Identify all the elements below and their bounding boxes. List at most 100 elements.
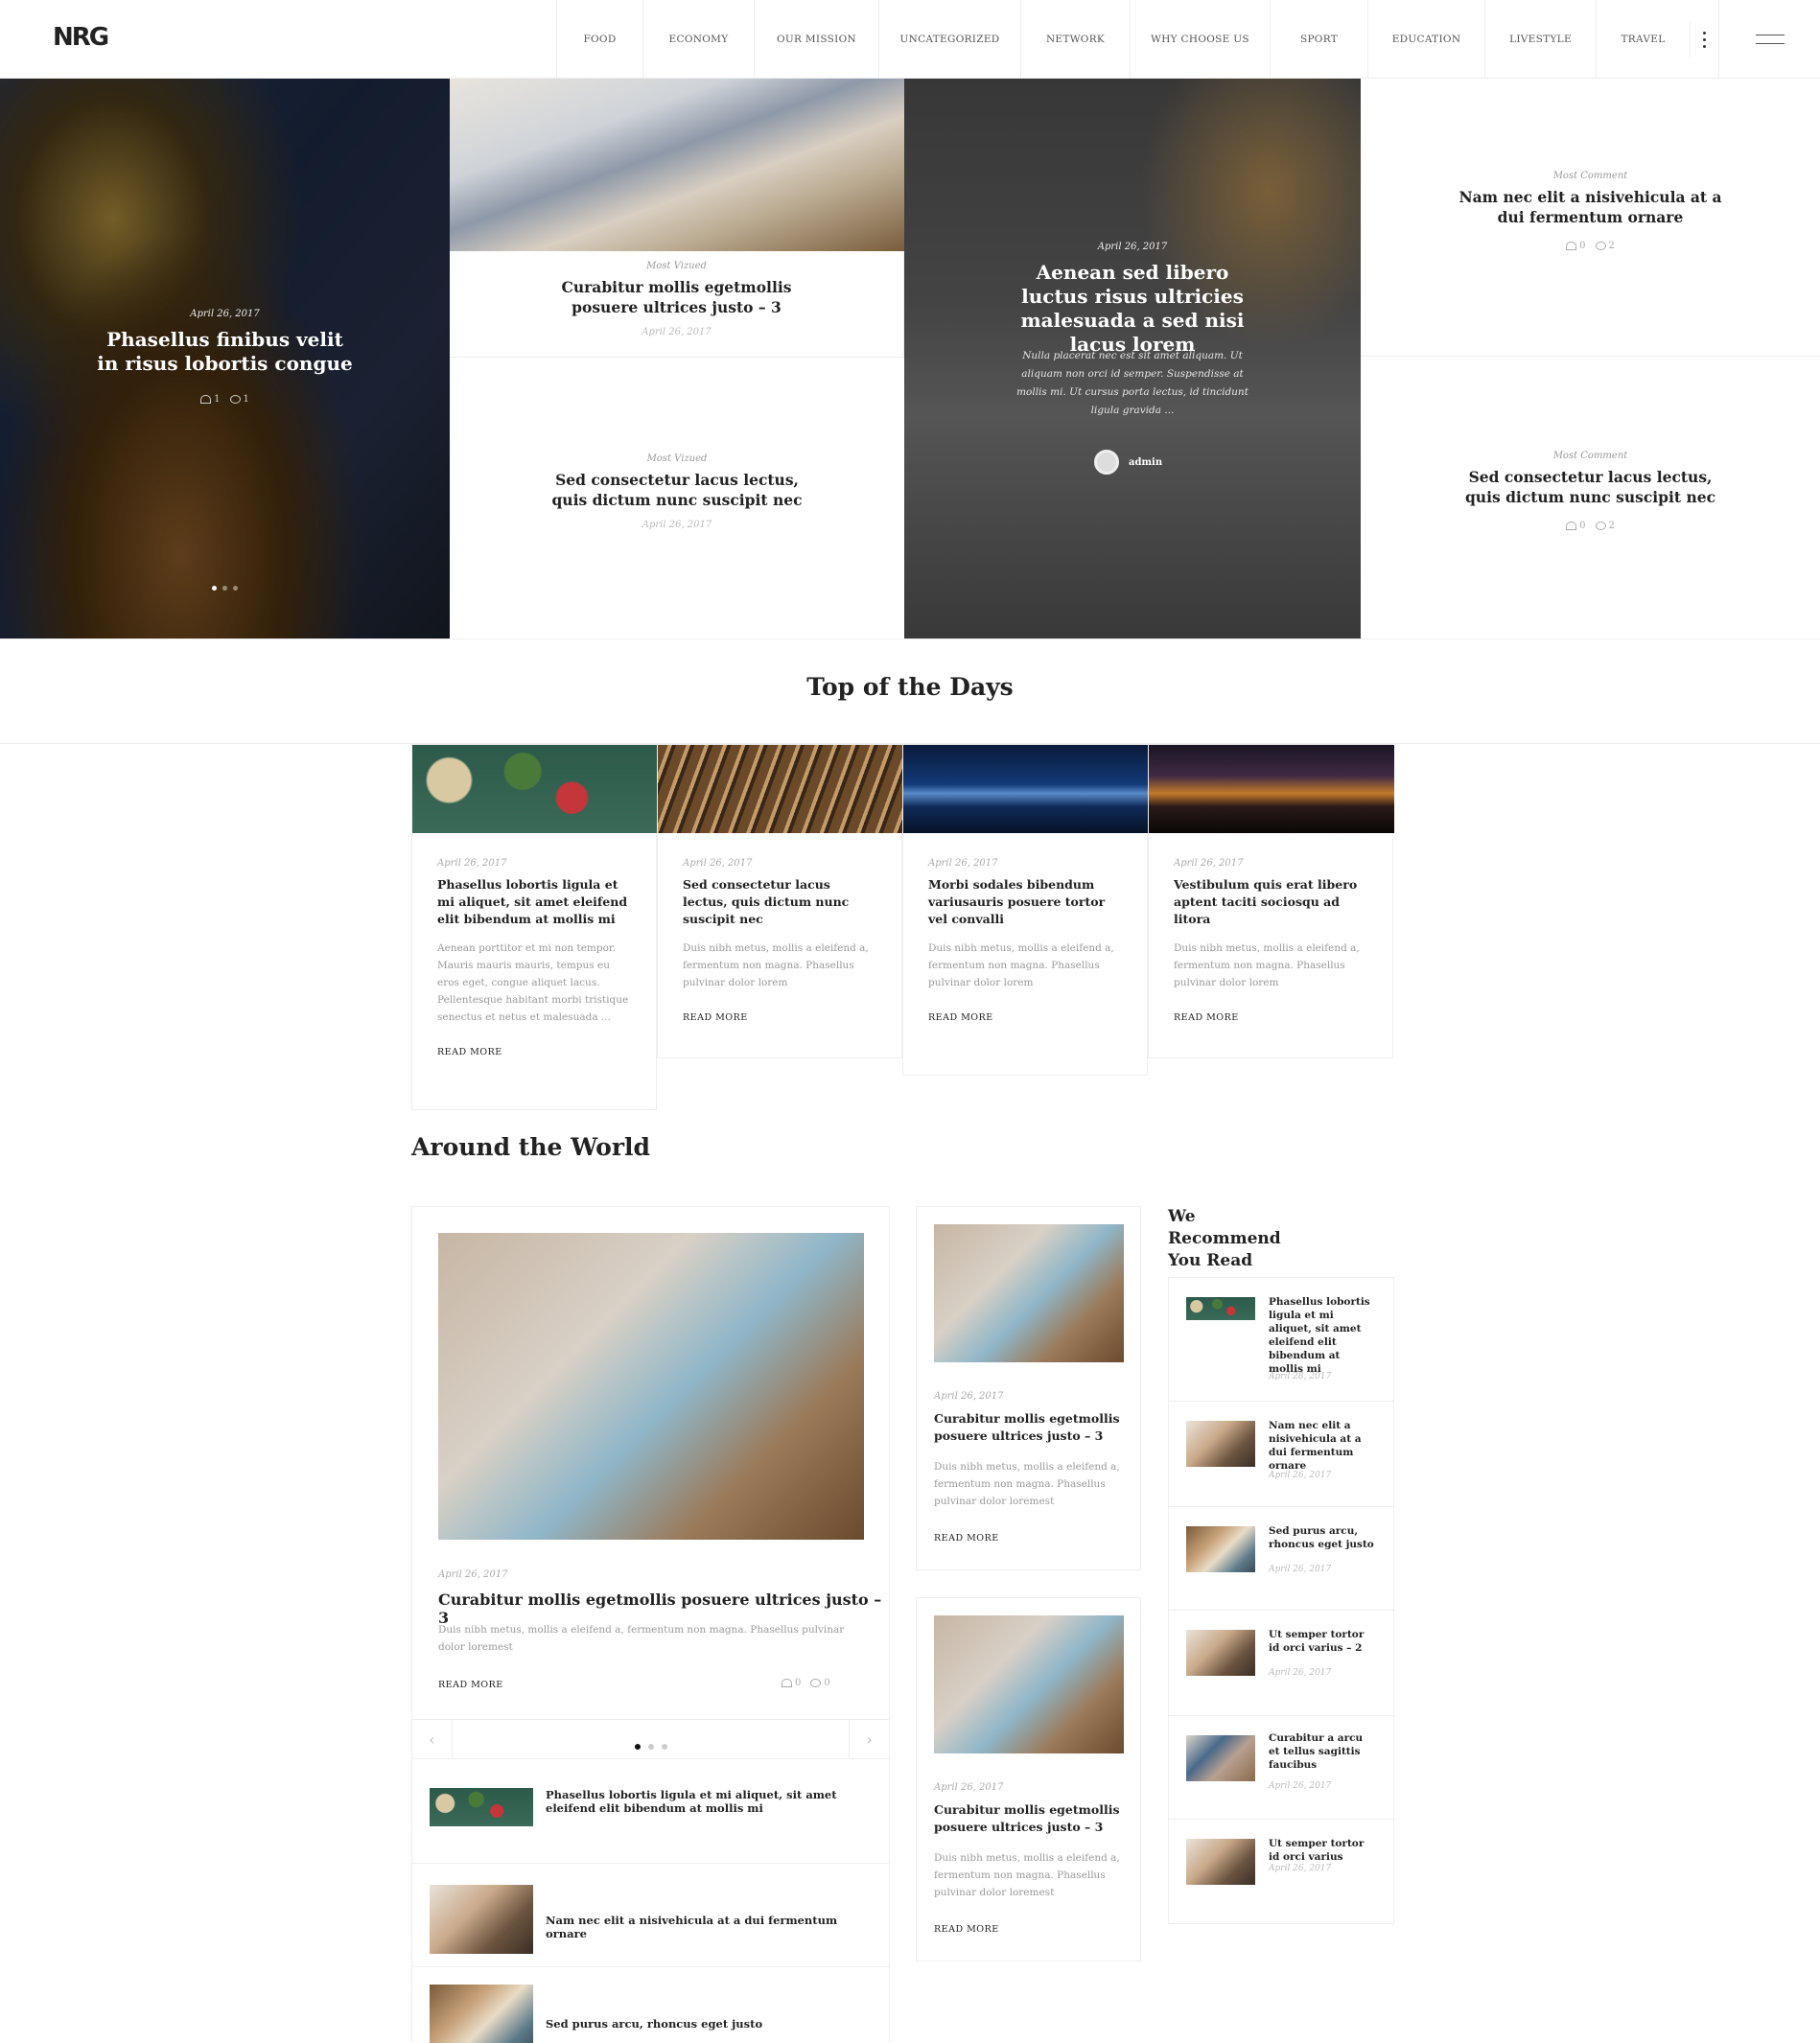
hamburger-menu-icon[interactable] bbox=[1718, 0, 1820, 79]
hero-slide-date: April 26, 2017 bbox=[190, 309, 260, 319]
read-more-link[interactable]: READ MORE bbox=[437, 1047, 631, 1057]
hero-top-mid-image[interactable] bbox=[450, 79, 904, 251]
hero-slide[interactable]: April 26, 2017 Phasellus finibus velit i… bbox=[0, 79, 450, 638]
card-image[interactable] bbox=[934, 1224, 1124, 1362]
avatar bbox=[1094, 450, 1119, 475]
list-item-date: April 28, 2017 bbox=[1269, 1372, 1332, 1381]
card-title[interactable]: Curabitur mollis egetmollis posuere ultr… bbox=[552, 277, 802, 317]
nav-item-economy[interactable]: ECONOMY bbox=[642, 0, 754, 79]
hero-slide-title[interactable]: Phasellus finibus velit in risus loborti… bbox=[96, 328, 354, 376]
card-label: Most Vizued bbox=[646, 261, 707, 271]
card-excerpt: Duis nibh metus, mollis a eleifend a, fe… bbox=[1174, 942, 1360, 988]
card-title[interactable]: Sed consectetur lacus lectus, quis dictu… bbox=[683, 876, 876, 928]
chevron-right-icon[interactable]: › bbox=[849, 1720, 889, 1758]
hero-top-right-card: Most Comment Nam nec elit a nisivehicula… bbox=[1361, 79, 1820, 357]
feature-title[interactable]: Aenean sed libero luctus risus ultricies… bbox=[1000, 261, 1265, 357]
comment-count[interactable]: 2 bbox=[1595, 521, 1615, 531]
card-title[interactable]: Curabitur mollis egetmollis posuere ultr… bbox=[934, 1410, 1126, 1445]
nav-item-network[interactable]: NETWORK bbox=[1020, 0, 1130, 79]
slider-dot[interactable] bbox=[634, 1744, 641, 1750]
card-meta: 0 2 bbox=[1361, 521, 1820, 531]
read-more-link[interactable]: READ MORE bbox=[934, 1924, 999, 1935]
slider-dot[interactable] bbox=[222, 586, 227, 591]
card-title[interactable]: Curabitur mollis egetmollis posuere ultr… bbox=[934, 1801, 1126, 1836]
feature-date: April 26, 2017 bbox=[1097, 242, 1168, 252]
nav-item-livestyle[interactable]: LIVESTYLE bbox=[1484, 0, 1596, 79]
top-days-card: April 26, 2017 Phasellus lobortis ligula… bbox=[411, 744, 658, 1110]
read-more-link[interactable]: READ MORE bbox=[683, 1012, 876, 1023]
comment-count[interactable]: 1 bbox=[229, 394, 249, 405]
slider-dot[interactable] bbox=[661, 1744, 667, 1750]
slider-dot[interactable] bbox=[212, 586, 217, 591]
list-item[interactable]: Ut semper tortor id orci varius April 26… bbox=[1169, 1819, 1393, 1923]
top-days-card: April 26, 2017 Morbi sodales bibendum va… bbox=[902, 744, 1149, 1076]
card-date: April 26, 2017 bbox=[928, 858, 998, 869]
list-item[interactable]: Sed purus arcu, rhoncus eget justo April… bbox=[1169, 1506, 1393, 1610]
read-more-link[interactable]: READ MORE bbox=[934, 1533, 999, 1544]
list-item-date: April 26, 2017 bbox=[1269, 1781, 1332, 1791]
card-image[interactable] bbox=[658, 745, 903, 833]
card-title[interactable]: Phasellus lobortis ligula et mi aliquet,… bbox=[437, 876, 631, 928]
recommend-heading: We Recommend You Read bbox=[1168, 1207, 1281, 1270]
card-excerpt: Duis nibh metus, mollis a eleifend a, fe… bbox=[928, 942, 1114, 988]
slider-dot[interactable] bbox=[233, 586, 238, 591]
comment-icon bbox=[1595, 242, 1606, 250]
nav-item-our-mission[interactable]: OUR MISSION bbox=[754, 0, 878, 79]
site-logo[interactable]: NRG bbox=[53, 23, 109, 52]
top-days-header: Top of the Days bbox=[0, 638, 1820, 744]
section-title: Top of the Days bbox=[806, 673, 1014, 701]
feature-author[interactable]: admin bbox=[1094, 450, 1162, 475]
list-item[interactable]: Phasellus lobortis ligula et mi aliquet,… bbox=[1169, 1278, 1393, 1401]
main-nav: FOOD ECONOMY OUR MISSION UNCATEGORIZED N… bbox=[556, 0, 1690, 79]
card-date: April 26, 2017 bbox=[934, 1782, 1004, 1793]
card-date: April 26, 2017 bbox=[1174, 858, 1244, 869]
list-item-image bbox=[1186, 1297, 1255, 1320]
nav-item-sport[interactable]: SPORT bbox=[1270, 0, 1367, 79]
nav-item-food[interactable]: FOOD bbox=[556, 0, 642, 79]
card-image[interactable] bbox=[412, 745, 658, 833]
card-image[interactable] bbox=[934, 1615, 1124, 1753]
card-image[interactable] bbox=[1149, 745, 1394, 833]
card-image[interactable] bbox=[903, 745, 1149, 833]
card-image[interactable] bbox=[438, 1233, 864, 1540]
read-more-link[interactable]: READ MORE bbox=[928, 1012, 1122, 1023]
list-item[interactable]: Nam nec elit a nisivehicula at a dui fer… bbox=[412, 1863, 889, 1966]
list-item-title: Sed purus arcu, rhoncus eget justo bbox=[1269, 1525, 1374, 1550]
card-date: April 26, 2017 bbox=[642, 327, 712, 337]
card-label: Most Comment bbox=[1552, 451, 1628, 461]
like-count[interactable]: 0 bbox=[1566, 241, 1586, 251]
slider-dot[interactable] bbox=[647, 1744, 654, 1750]
like-count[interactable]: 0 bbox=[1566, 521, 1586, 531]
hero-bottom-mid-card: Most Vizued Sed consectetur lacus lectus… bbox=[450, 357, 904, 638]
comment-icon bbox=[229, 395, 241, 404]
list-item[interactable]: Curabitur a arcu et tellus sagittis fauc… bbox=[1169, 1715, 1393, 1819]
list-item[interactable]: Nam nec elit a nisivehicula at a dui fer… bbox=[1169, 1401, 1393, 1506]
card-date: April 26, 2017 bbox=[438, 1569, 508, 1580]
list-item-image bbox=[1186, 1421, 1255, 1467]
hero-feature[interactable]: April 26, 2017 Aenean sed libero luctus … bbox=[904, 79, 1361, 638]
card-meta: 0 0 bbox=[782, 1678, 830, 1688]
nav-item-why-choose-us[interactable]: WHY CHOOSE US bbox=[1130, 0, 1270, 79]
card-title[interactable]: Sed consectetur lacus lectus, quis dictu… bbox=[548, 470, 806, 510]
card-title[interactable]: Sed consectetur lacus lectus, quis dictu… bbox=[1452, 467, 1730, 507]
card-meta: 0 2 bbox=[1361, 241, 1820, 251]
list-item[interactable]: Ut semper tortor id orci varius – 2 Apri… bbox=[1169, 1610, 1393, 1715]
more-menu-icon[interactable] bbox=[1690, 21, 1718, 58]
nav-item-education[interactable]: EDUCATION bbox=[1367, 0, 1484, 79]
heart-icon bbox=[1566, 522, 1577, 530]
read-more-link[interactable]: READ MORE bbox=[1174, 1012, 1367, 1023]
comment-count[interactable]: 0 bbox=[810, 1678, 830, 1688]
card-title[interactable]: Morbi sodales bibendum variusauris posue… bbox=[928, 876, 1122, 928]
world-slider-controls: ‹ › bbox=[412, 1719, 889, 1759]
list-item[interactable]: Sed purus arcu, rhoncus eget justo bbox=[412, 1966, 889, 2043]
card-date: April 26, 2017 bbox=[437, 858, 507, 869]
read-more-link[interactable]: READ MORE bbox=[438, 1680, 503, 1690]
like-count[interactable]: 0 bbox=[782, 1678, 801, 1688]
like-count[interactable]: 1 bbox=[200, 394, 221, 405]
comment-count[interactable]: 2 bbox=[1595, 241, 1615, 251]
card-title[interactable]: Vestibulum quis erat libero aptent tacit… bbox=[1174, 876, 1367, 928]
nav-item-travel[interactable]: TRAVEL bbox=[1596, 0, 1690, 79]
card-title[interactable]: Nam nec elit a nisivehicula at a dui fer… bbox=[1452, 187, 1730, 227]
nav-item-uncategorized[interactable]: UNCATEGORIZED bbox=[878, 0, 1020, 79]
list-item[interactable]: Phasellus lobortis ligula et mi aliquet,… bbox=[412, 1759, 889, 1863]
